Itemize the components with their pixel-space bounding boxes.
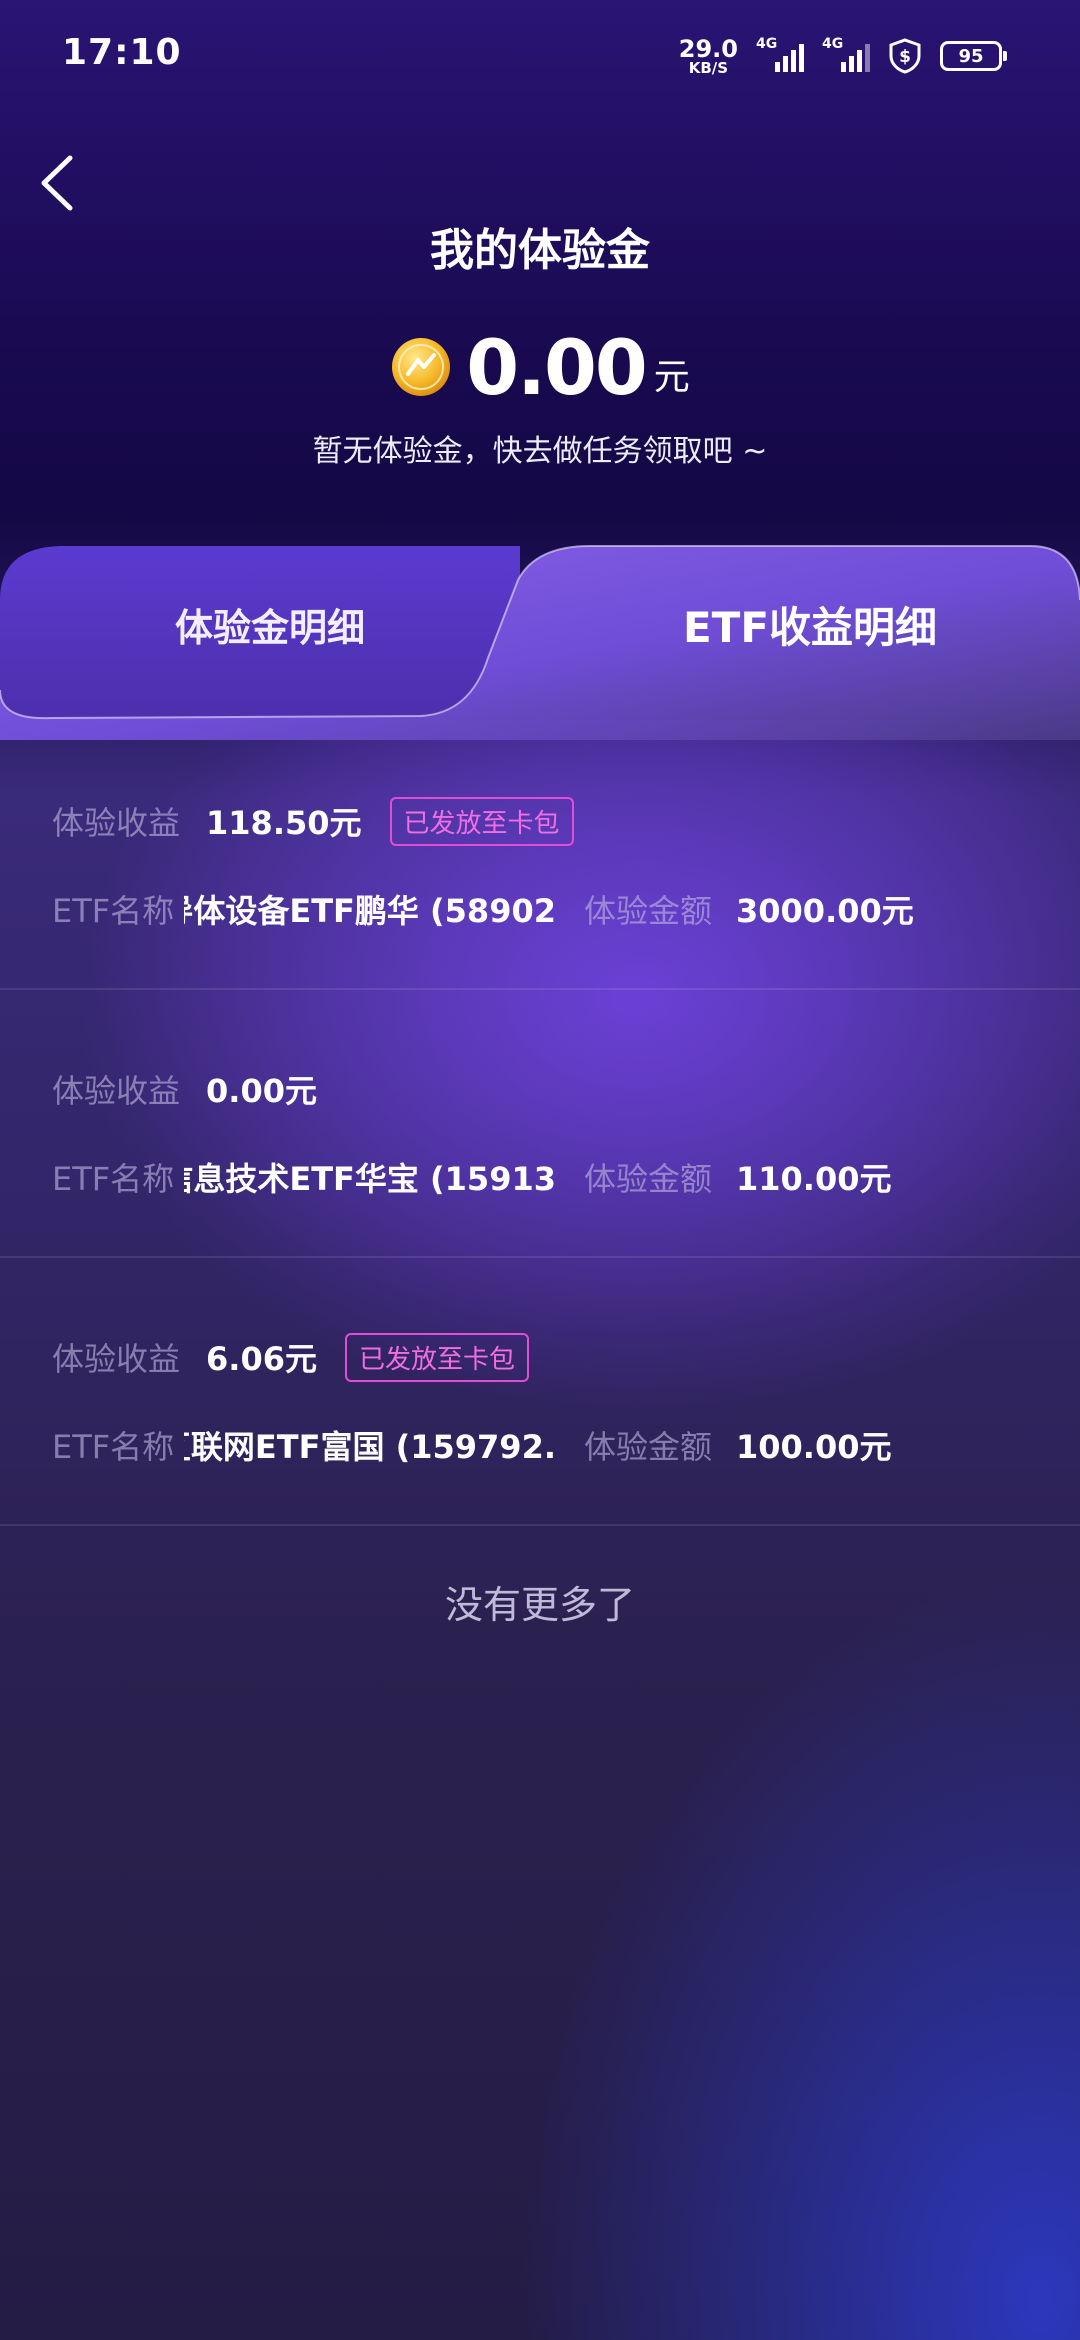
chevron-left-icon [41,155,73,211]
signal-icon: 4G [822,36,870,74]
etf-name-marquee: 通信息技术ETF华宝 (15913 [184,1150,556,1200]
income-value: 118.50元 [206,804,362,842]
etf-name-marquee: 通互联网ETF富国 (159792. [184,1418,556,1468]
etf-row: ETF名称 半导体设备ETF鹏华 (58902 体验金额 3000.00元 [52,882,1052,932]
no-more-text: 没有更多了 [444,1583,635,1627]
page-title: 我的体验金 [430,225,650,276]
income-label: 体验收益 [52,1340,181,1378]
balance-unit: 元 [653,357,690,398]
amount-value: 3000.00元 [736,892,914,930]
status-badge: 已发放至卡包 [389,796,574,846]
income-row: 体验收益 118.50元 已发放至卡包 [52,796,574,846]
status-bar: 17:10 29.0 KB/S 4G 4G $ 95 [0,0,1080,110]
etf-name-label: ETF名称 [52,1160,175,1198]
svg-text:$: $ [899,47,911,67]
amount-label: 体验金额 [584,1160,713,1198]
list-item: 体验收益 0.00元 ETF名称 通信息技术ETF华宝 (15913 体验金额 … [0,990,1080,1258]
shield-dollar-icon: $ [889,38,921,74]
etf-name-marquee: 半导体设备ETF鹏华 (58902 [184,882,556,932]
amount-value: 110.00元 [736,1160,892,1198]
income-label: 体验收益 [52,1072,181,1110]
etf-name-label: ETF名称 [52,892,175,930]
tab-experience-details[interactable]: 体验金明细 [70,586,470,662]
amount-value: 100.00元 [736,1428,892,1466]
income-value: 0.00元 [206,1072,317,1110]
status-badge: 已发放至卡包 [344,1332,529,1382]
back-button[interactable] [30,148,86,218]
status-icons: 29.0 KB/S 4G 4G $ 95 [679,36,1007,76]
income-row: 体验收益 6.06元 已发放至卡包 [52,1332,529,1382]
battery-icon: 95 [940,41,1007,71]
etf-name-label: ETF名称 [52,1428,175,1466]
status-time: 17:10 [62,32,182,73]
etf-name-value: 通信息技术ETF华宝 (15913 [184,1160,556,1198]
etf-row: ETF名称 通信息技术ETF华宝 (15913 体验金额 110.00元 [52,1150,1052,1200]
income-row: 体验收益 0.00元 [52,1064,317,1114]
tab-etf-income-details[interactable]: ETF收益明细 [610,586,1010,662]
list-item: 体验收益 6.06元 已发放至卡包 ETF名称 通互联网ETF富国 (15979… [0,1258,1080,1526]
network-speed-unit: KB/S [688,58,729,77]
balance-display: 0.00 元 [0,316,1080,406]
list-item: 体验收益 118.50元 已发放至卡包 ETF名称 半导体设备ETF鹏华 (58… [0,722,1080,990]
amount-label: 体验金额 [584,1428,713,1466]
etf-name-value: 半导体设备ETF鹏华 (58902 [184,892,556,930]
etf-name-value: 通互联网ETF富国 (159792. [184,1428,556,1466]
etf-row: ETF名称 通互联网ETF富国 (159792. 体验金额 100.00元 [52,1418,1052,1468]
income-value: 6.06元 [206,1340,317,1378]
balance-amount: 0.00 [466,323,648,412]
network-speed: 29.0 KB/S [679,37,738,76]
network-speed-value: 29.0 [678,34,738,63]
battery-level: 95 [958,45,984,67]
amount-label: 体验金额 [584,892,713,930]
income-label: 体验收益 [52,804,181,842]
coin-icon [392,338,451,396]
balance-hint: 暂无体验金，快去做任务领取吧 ~ [312,434,768,469]
signal-icon: 4G [756,36,804,74]
